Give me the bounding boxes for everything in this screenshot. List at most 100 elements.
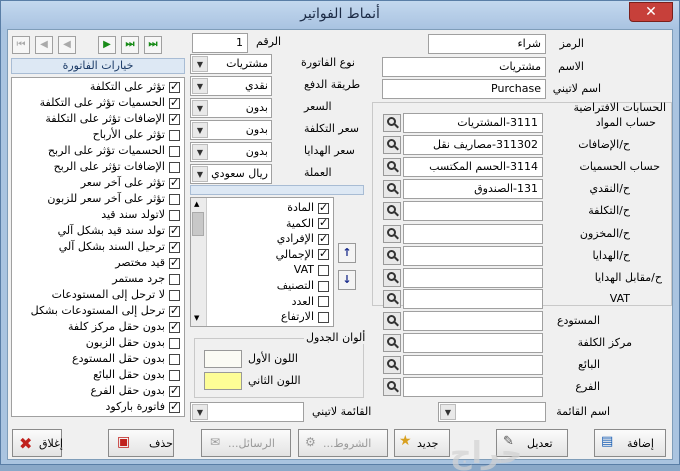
option-item[interactable]: الحسميات تؤثر على التكلفة xyxy=(40,96,180,111)
checkbox[interactable] xyxy=(169,353,180,365)
account-field[interactable] xyxy=(403,289,543,309)
scroll-thumb[interactable] xyxy=(192,212,204,236)
checkbox[interactable] xyxy=(169,337,180,349)
checkbox[interactable] xyxy=(169,96,180,109)
checkbox[interactable] xyxy=(169,129,180,141)
checkbox[interactable] xyxy=(169,145,180,157)
lower-field[interactable] xyxy=(403,311,543,331)
account-field[interactable]: 131-الصندوق xyxy=(403,179,543,199)
option-item[interactable]: جرد مستمر xyxy=(112,272,180,287)
checkbox[interactable] xyxy=(318,311,329,323)
option-item[interactable]: تولد سند قيد بشكل آلي xyxy=(58,224,180,239)
lookup-button[interactable] xyxy=(383,225,401,243)
option-item[interactable]: تؤثر على آخر سعر للزبون xyxy=(47,192,180,207)
lookup-button[interactable] xyxy=(383,180,401,198)
checkbox[interactable] xyxy=(169,224,180,237)
account-field[interactable] xyxy=(403,201,543,221)
first-color-swatch[interactable] xyxy=(204,350,242,368)
checkbox[interactable] xyxy=(169,320,180,333)
lookup-button[interactable] xyxy=(383,202,401,220)
close-button[interactable]: ✖ إغلاق xyxy=(12,429,63,457)
option-item[interactable]: قيد مختصر xyxy=(115,256,180,271)
payment-method-combo[interactable]: ▼ نقدي xyxy=(190,76,272,96)
currency-combo[interactable]: ▼ ريال سعودي xyxy=(190,164,272,184)
scroll-down-icon[interactable]: ▼ xyxy=(194,314,199,322)
column-item[interactable]: المادة xyxy=(287,201,329,216)
checkbox[interactable] xyxy=(169,193,180,205)
option-item[interactable]: ترحل إلى المستودعات بشكل xyxy=(31,304,180,319)
checkbox[interactable] xyxy=(169,304,180,317)
checkbox[interactable] xyxy=(318,232,329,245)
scroll-up-icon[interactable]: ▲ xyxy=(194,200,199,208)
checkbox[interactable] xyxy=(169,273,180,285)
account-field[interactable] xyxy=(403,268,543,288)
option-item[interactable]: لاتولد سند قيد xyxy=(101,208,180,223)
column-item[interactable]: الارتفاع xyxy=(281,310,329,325)
columns-list[interactable]: ▲ ▼ المادةالكميةالإفراديالإجماليVATالتصن… xyxy=(190,197,334,327)
option-item[interactable]: لا ترحل إلى المستودعات xyxy=(52,288,180,303)
previous-record-button[interactable]: ◀ xyxy=(58,36,76,54)
new-button[interactable]: ★ جديد xyxy=(394,429,450,457)
move-up-button[interactable]: ↑ xyxy=(338,243,356,263)
column-item[interactable]: التصنيف xyxy=(277,279,329,294)
latin-name-field[interactable]: Purchase xyxy=(382,79,546,99)
column-item[interactable]: الكمية xyxy=(286,216,329,232)
checkbox[interactable] xyxy=(169,161,180,173)
checkbox[interactable] xyxy=(169,289,180,301)
number-field[interactable]: 1 xyxy=(192,33,248,53)
add-button[interactable]: ▤ إضافة xyxy=(594,429,666,457)
option-item[interactable]: تؤثر على التكلفة xyxy=(90,80,180,95)
conditions-button[interactable]: ⚙ الشروط... xyxy=(298,429,388,457)
lower-field[interactable] xyxy=(403,355,543,375)
lookup-button[interactable] xyxy=(383,334,401,352)
checkbox[interactable] xyxy=(169,256,180,269)
code-field[interactable]: شراء xyxy=(428,34,546,54)
option-item[interactable]: ترحيل السند بشكل آلي xyxy=(59,240,180,255)
cost-price-combo[interactable]: ▼ بدون xyxy=(190,120,272,140)
list-name-combo[interactable]: ▼ xyxy=(438,402,546,422)
option-item[interactable]: بدون حقل الزبون xyxy=(86,336,180,351)
invoice-options-list[interactable]: تؤثر على التكلفةالحسميات تؤثر على التكلف… xyxy=(11,77,185,417)
name-field[interactable]: مشتريات xyxy=(382,57,546,77)
lookup-button[interactable] xyxy=(383,290,401,308)
next-record-button[interactable]: ▶ xyxy=(98,36,116,54)
gifts-price-combo[interactable]: ▼ بدون xyxy=(190,142,272,162)
lookup-button[interactable] xyxy=(383,247,401,265)
lookup-button[interactable] xyxy=(383,269,401,287)
invoice-type-combo[interactable]: ▼ مشتريات xyxy=(190,54,272,74)
second-color-swatch[interactable] xyxy=(204,372,242,390)
lookup-button[interactable] xyxy=(383,114,401,132)
account-field[interactable] xyxy=(403,224,543,244)
column-item[interactable]: العدد xyxy=(292,295,329,310)
first-record-button[interactable]: ⏮ xyxy=(12,36,30,54)
latin-list-combo[interactable]: ▼ xyxy=(190,402,304,422)
lookup-button[interactable] xyxy=(383,158,401,176)
account-field[interactable]: 3111-المشتريات xyxy=(403,113,543,133)
columns-scrollbar[interactable]: ▲ ▼ xyxy=(191,198,207,326)
checkbox[interactable] xyxy=(169,209,180,221)
account-field[interactable] xyxy=(403,246,543,266)
lookup-button[interactable] xyxy=(383,356,401,374)
lookup-button[interactable] xyxy=(383,312,401,330)
checkbox[interactable] xyxy=(318,280,329,292)
checkbox[interactable] xyxy=(169,80,180,93)
checkbox[interactable] xyxy=(169,176,180,189)
close-window-button[interactable]: ✕ xyxy=(629,2,673,22)
checkbox[interactable] xyxy=(169,400,180,413)
option-item[interactable]: تؤثر على الأرباح xyxy=(93,128,180,143)
option-item[interactable]: بدون حقل مركز كلفة xyxy=(68,320,180,335)
option-item[interactable]: بدون حقل الفرع xyxy=(90,384,180,399)
checkbox[interactable] xyxy=(318,216,329,230)
lower-field[interactable] xyxy=(403,333,543,353)
option-item[interactable]: بدون حقل البائع xyxy=(93,368,180,383)
lower-field[interactable] xyxy=(403,377,543,397)
option-item[interactable]: تؤثر على آخر سعر xyxy=(81,176,180,191)
previous-page-button[interactable]: ◀ xyxy=(35,36,53,54)
lookup-button[interactable] xyxy=(383,378,401,396)
checkbox[interactable] xyxy=(169,240,180,253)
delete-button[interactable]: ▣ حذف xyxy=(108,429,174,457)
column-item[interactable]: الإفرادي xyxy=(277,232,329,247)
column-item[interactable]: VAT xyxy=(294,263,329,278)
last-record-button[interactable]: ⏭ xyxy=(144,36,162,54)
checkbox[interactable] xyxy=(318,247,329,261)
